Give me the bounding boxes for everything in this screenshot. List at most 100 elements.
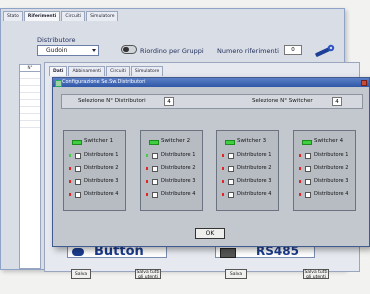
distributor-led-icon [299,154,301,157]
grid-row[interactable] [20,72,40,79]
device-icon [220,248,236,258]
grid-row[interactable] [20,114,40,121]
sel-sw-label: Selezione N° Switcher [252,98,313,104]
status-led-icon [225,140,235,145]
app-icon [55,80,62,87]
distributor-led-icon [146,193,148,196]
distributor-label: Distributore 3 [237,178,272,184]
switcher-section-3: Switcher 3 Distributore 1 Distributore 2 Di… [216,130,279,211]
distributor-checkbox[interactable] [152,166,158,172]
distributor-checkbox[interactable] [305,192,311,198]
distributor-label: Distributore 4 [84,191,119,197]
distributor-label: Distributore 2 [314,165,349,171]
distributor-label: Distributore 2 [84,165,119,171]
distributor-label: Distributore 3 [314,178,349,184]
distributor-label: Distributore 1 [237,152,272,158]
switcher-section-1: Switcher 1 Distributore 1 Distributore 2 Di… [63,130,126,211]
ok-button[interactable]: OK [195,228,225,239]
save-all-button-1[interactable]: Salva tutti gli utenti [135,269,161,280]
tab-circuiti[interactable]: Circuiti [61,11,86,21]
ref-count-label: Numero riferimenti [217,47,279,55]
grid-row[interactable] [20,93,40,100]
distributor-checkbox[interactable] [75,179,81,185]
tab-circuiti-inner[interactable]: Circuiti [106,66,130,76]
distributor-checkbox[interactable] [305,166,311,172]
grid-row[interactable] [20,100,40,107]
button-icon [72,248,84,256]
distributor-checkbox[interactable] [228,192,234,198]
references-grid[interactable]: N° [19,64,41,269]
distributor-led-icon [299,180,301,183]
grid-row[interactable] [20,86,40,93]
distributor-label: Distributore 2 [161,165,196,171]
distributor-label: Distributore 4 [161,191,196,197]
distributor-label: Distributore 1 [161,152,196,158]
main-tabstrip: Stato Riferimenti Circuiti Simulatore [3,11,119,21]
save-all-button-2[interactable]: Salva tutti gli utenti [303,269,329,280]
distributor-led-icon [69,193,71,196]
tab-riferimenti[interactable]: Riferimenti [23,11,61,21]
sel-dist-label: Selezione N° Distributori [78,98,146,104]
distributor-checkbox[interactable] [75,166,81,172]
chevron-down-icon [92,49,96,52]
dialog-titlebar: Configurazione Se.Sw.Distributori [53,78,369,87]
distributor-led-icon [299,193,301,196]
distributor-checkbox[interactable] [152,192,158,198]
tab-abbinamenti[interactable]: Abbinamenti [68,66,106,76]
distributor-checkbox[interactable] [228,179,234,185]
distributor-label: Distributore 3 [84,178,119,184]
distributor-checkbox[interactable] [228,166,234,172]
status-led-icon [72,140,82,145]
distributor-led-icon [146,167,148,170]
distributor-label: Distributore 4 [314,191,349,197]
distributor-label: Distributore 1 [314,152,349,158]
distributor-checkbox[interactable] [152,153,158,159]
config-dialog: Configurazione Se.Sw.Distributori Selezi… [52,77,370,247]
switcher-title: Switcher 2 [161,138,191,144]
wrench-icon[interactable] [313,43,335,57]
distributor-checkbox[interactable] [228,153,234,159]
selection-bar: Selezione N° Distributori 4 Selezione N°… [61,94,363,109]
distributor-led-icon [299,167,301,170]
sel-dist-input[interactable]: 4 [164,97,174,106]
distributor-checkbox[interactable] [305,153,311,159]
grid-header: N° [20,65,40,72]
distributor-select-value: Gudoin [46,47,68,54]
status-led-icon [149,140,159,145]
distributor-led-icon [69,167,71,170]
switcher-title: Switcher 3 [237,138,267,144]
distributor-checkbox[interactable] [152,179,158,185]
save-button-2[interactable]: Salva [225,269,247,279]
grid-row[interactable] [20,79,40,86]
switcher-title: Switcher 1 [84,138,114,144]
distributor-checkbox[interactable] [305,179,311,185]
distributor-led-icon [69,180,71,183]
status-led-icon [302,140,312,145]
toggle-switch-icon[interactable] [121,45,137,54]
distributor-led-icon [222,180,224,183]
tab-simulatore-inner[interactable]: Simulatore [130,66,164,76]
close-icon[interactable] [361,79,367,86]
distributor-checkbox[interactable] [75,153,81,159]
tab-stato[interactable]: Stato [3,11,23,21]
distributor-label: Distributore 4 [237,191,272,197]
ref-count-value: 0 [284,45,302,55]
grid-row[interactable] [20,107,40,114]
switcher-section-4: Switcher 4 Distributore 1 Distributore 2 Di… [293,130,356,211]
distributor-label: Distributore 3 [161,178,196,184]
switcher-title: Switcher 4 [314,138,344,144]
save-button-1[interactable]: Salva [71,269,91,279]
inner-tabstrip: Dati Abbinamenti Circuiti Simulatore [49,66,164,76]
distributor-select[interactable]: Gudoin [37,45,99,56]
distributor-label: Distributore 2 [237,165,272,171]
distributor-led-icon [222,167,224,170]
group-order-label: Riordino per Gruppi [140,47,204,55]
tab-dati[interactable]: Dati [49,66,68,76]
tab-simulatore[interactable]: Simulatore [86,11,119,21]
distributor-led-icon [146,180,148,183]
distributor-checkbox[interactable] [75,192,81,198]
sel-sw-input[interactable]: 4 [332,97,342,106]
distributor-led-icon [222,154,224,157]
distributor-led-icon [146,154,148,157]
grid-row[interactable] [20,121,40,128]
